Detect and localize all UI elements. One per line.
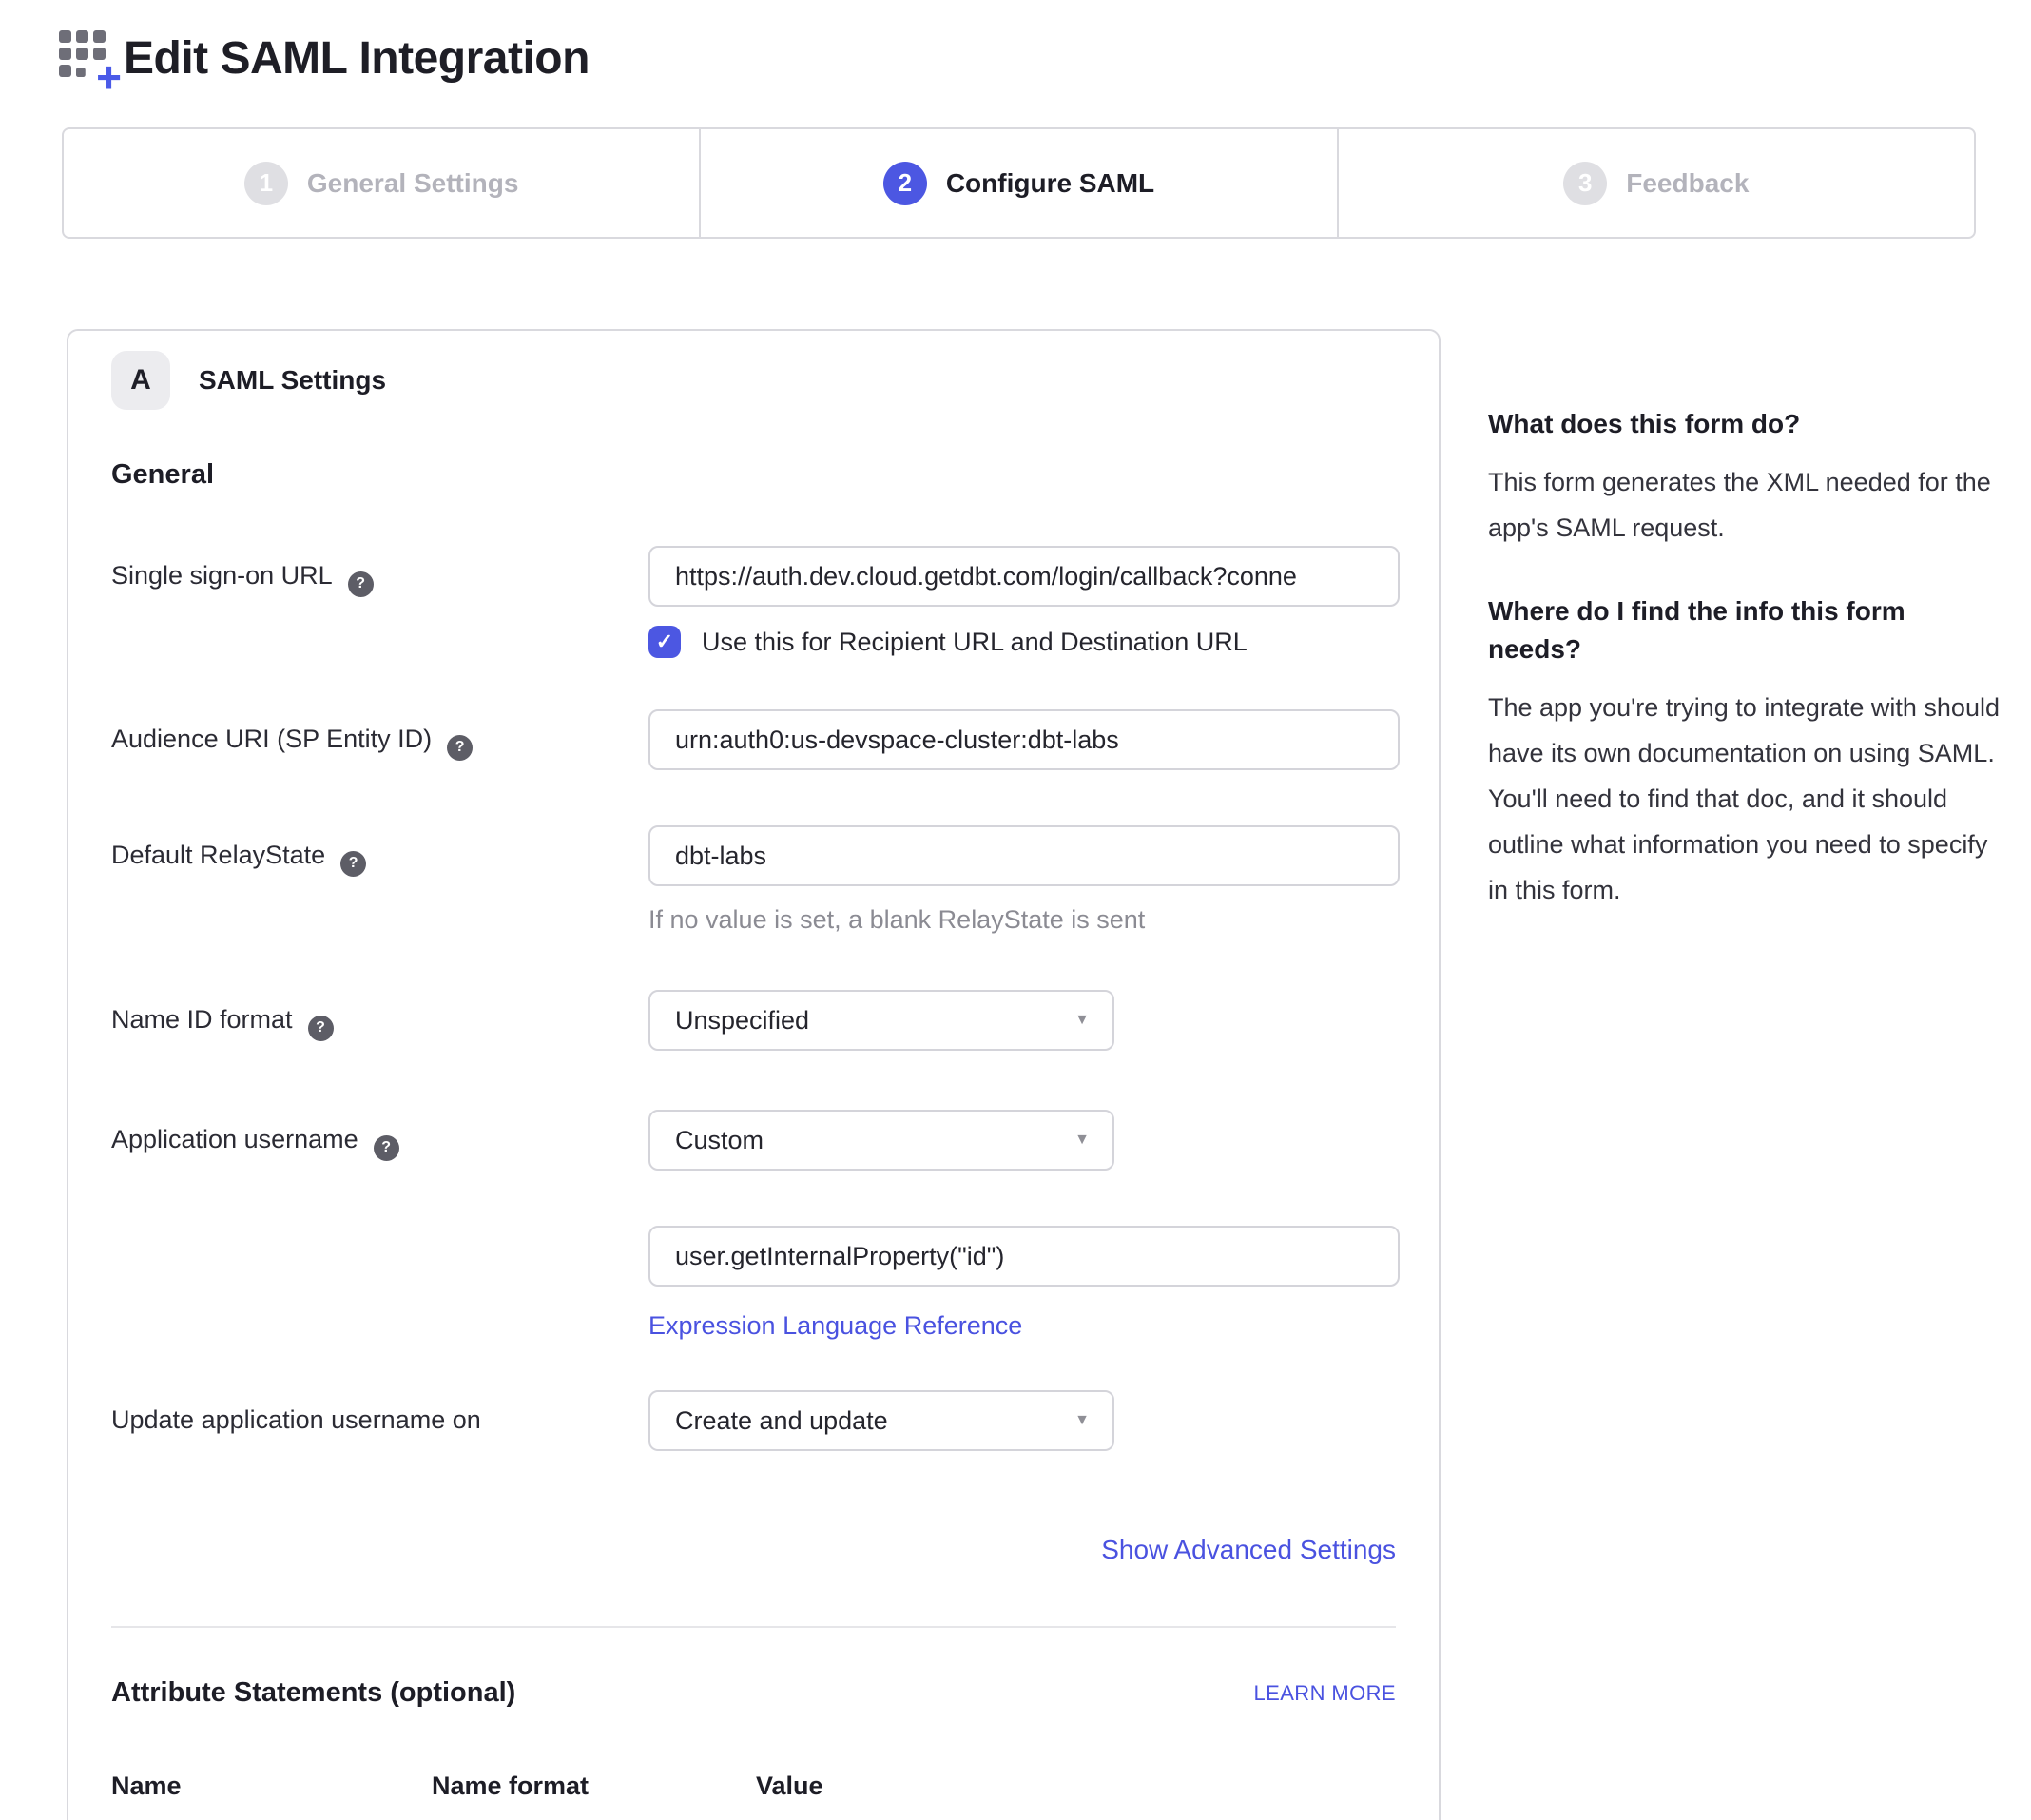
custom-expression-wrap <box>648 1226 1396 1287</box>
audience-uri-input[interactable] <box>648 709 1400 770</box>
help-icon[interactable]: ? <box>374 1135 399 1161</box>
plus-icon: + <box>96 55 122 99</box>
expression-reference-wrap: Expression Language Reference <box>648 1311 1396 1341</box>
main-content: A SAML Settings General Single sign-on U… <box>67 329 2031 1820</box>
sidebar-question-2: Where do I find the info this form needs… <box>1488 592 2002 669</box>
field-label-col: Single sign-on URL? <box>111 546 648 593</box>
field-control-col: If no value is set, a blank RelayState i… <box>648 825 1400 935</box>
grid-square <box>93 30 106 43</box>
chevron-down-icon: ▼ <box>1074 1412 1090 1429</box>
column-header-name: Name <box>111 1772 432 1801</box>
section-divider <box>111 1626 1396 1628</box>
app-username-select[interactable]: Custom ▼ <box>648 1110 1114 1171</box>
select-value: Create and update <box>675 1406 888 1436</box>
sidebar-answer-1: This form generates the XML needed for t… <box>1488 459 2002 551</box>
general-section-heading: General <box>111 459 1396 491</box>
checkmark-icon: ✓ <box>656 629 673 654</box>
field-control-col: ✓ Use this for Recipient URL and Destina… <box>648 546 1400 658</box>
step-label: Feedback <box>1626 168 1749 199</box>
page-header: + Edit SAML Integration <box>59 27 2031 89</box>
field-label-col: Audience URI (SP Entity ID)? <box>111 709 648 757</box>
attribute-statements-title: Attribute Statements (optional) <box>111 1677 515 1709</box>
grid-square <box>59 65 71 77</box>
help-icon[interactable]: ? <box>348 571 374 597</box>
custom-expression-input[interactable] <box>648 1226 1400 1287</box>
step-feedback[interactable]: 3 Feedback <box>1339 129 1974 237</box>
audience-uri-label: Audience URI (SP Entity ID) <box>111 725 432 753</box>
select-value: Unspecified <box>675 1006 809 1036</box>
update-username-select[interactable]: Create and update ▼ <box>648 1390 1114 1451</box>
field-label-col: Default RelayState? <box>111 825 648 873</box>
attribute-statements-header: Attribute Statements (optional) LEARN MO… <box>111 1677 1396 1709</box>
sidebar-answer-2: The app you're trying to integrate with … <box>1488 685 2002 913</box>
recipient-url-checkbox-row: ✓ Use this for Recipient URL and Destina… <box>648 626 1400 658</box>
relay-state-input[interactable] <box>648 825 1400 886</box>
app-username-label: Application username <box>111 1125 358 1153</box>
help-icon[interactable]: ? <box>447 735 473 761</box>
column-header-name-format: Name format <box>432 1772 756 1801</box>
help-icon[interactable]: ? <box>340 851 366 877</box>
grid-square <box>59 30 71 43</box>
step-label: Configure SAML <box>946 168 1154 199</box>
sidebar-question-1: What does this form do? <box>1488 405 2002 444</box>
expression-language-reference-link[interactable]: Expression Language Reference <box>648 1311 1022 1340</box>
step-number-badge: 1 <box>244 162 288 205</box>
show-advanced-settings-link[interactable]: Show Advanced Settings <box>1101 1535 1396 1564</box>
field-row-name-id-format: Name ID format? Unspecified ▼ <box>111 990 1396 1051</box>
step-number-badge: 2 <box>883 162 927 205</box>
grid-square <box>76 68 86 77</box>
field-control-col: Create and update ▼ <box>648 1390 1114 1451</box>
recipient-url-checkbox-label: Use this for Recipient URL and Destinati… <box>702 628 1248 657</box>
attribute-table-header: Name Name format Value <box>111 1772 1396 1801</box>
step-number-badge: 3 <box>1563 162 1607 205</box>
field-row-audience-uri: Audience URI (SP Entity ID)? <box>111 709 1396 770</box>
sso-url-label: Single sign-on URL <box>111 561 333 590</box>
app-grid-plus-icon: + <box>59 30 114 86</box>
field-control-col: Custom ▼ <box>648 1110 1114 1171</box>
wizard-stepper: 1 General Settings 2 Configure SAML 3 Fe… <box>62 127 1976 239</box>
help-icon[interactable]: ? <box>308 1016 334 1041</box>
help-sidebar: What does this form do? This form genera… <box>1488 329 2002 955</box>
chevron-down-icon: ▼ <box>1074 1012 1090 1029</box>
update-username-label: Update application username on <box>111 1405 481 1434</box>
field-label-col: Update application username on <box>111 1390 648 1435</box>
step-general-settings[interactable]: 1 General Settings <box>64 129 701 237</box>
step-configure-saml[interactable]: 2 Configure SAML <box>701 129 1338 237</box>
panel-title: SAML Settings <box>199 365 386 396</box>
grid-square <box>76 48 88 60</box>
chevron-down-icon: ▼ <box>1074 1132 1090 1149</box>
grid-square <box>76 30 88 43</box>
relay-state-label: Default RelayState <box>111 841 325 869</box>
step-label: General Settings <box>307 168 519 199</box>
field-control-col <box>648 709 1400 770</box>
recipient-url-checkbox[interactable]: ✓ <box>648 626 681 658</box>
field-control-col: Unspecified ▼ <box>648 990 1114 1051</box>
saml-settings-panel: A SAML Settings General Single sign-on U… <box>67 329 1441 1820</box>
field-row-app-username: Application username? Custom ▼ <box>111 1110 1396 1171</box>
field-label-col: Name ID format? <box>111 990 648 1037</box>
relay-state-hint: If no value is set, a blank RelayState i… <box>648 905 1400 935</box>
name-id-format-select[interactable]: Unspecified ▼ <box>648 990 1114 1051</box>
field-row-sso-url: Single sign-on URL? ✓ Use this for Recip… <box>111 546 1396 658</box>
name-id-format-label: Name ID format <box>111 1005 293 1034</box>
sso-url-input[interactable] <box>648 546 1400 607</box>
column-header-value: Value <box>756 1772 823 1801</box>
field-label-col: Application username? <box>111 1110 648 1157</box>
learn-more-link[interactable]: LEARN MORE <box>1254 1681 1396 1706</box>
select-value: Custom <box>675 1126 764 1155</box>
panel-header: A SAML Settings <box>111 351 1396 410</box>
field-row-relay-state: Default RelayState? If no value is set, … <box>111 825 1396 935</box>
page-title: Edit SAML Integration <box>124 32 590 85</box>
field-row-update-username: Update application username on Create an… <box>111 1390 1396 1451</box>
section-a-badge: A <box>111 351 170 410</box>
grid-square <box>59 48 71 60</box>
advanced-settings-row: Show Advanced Settings <box>111 1535 1396 1565</box>
